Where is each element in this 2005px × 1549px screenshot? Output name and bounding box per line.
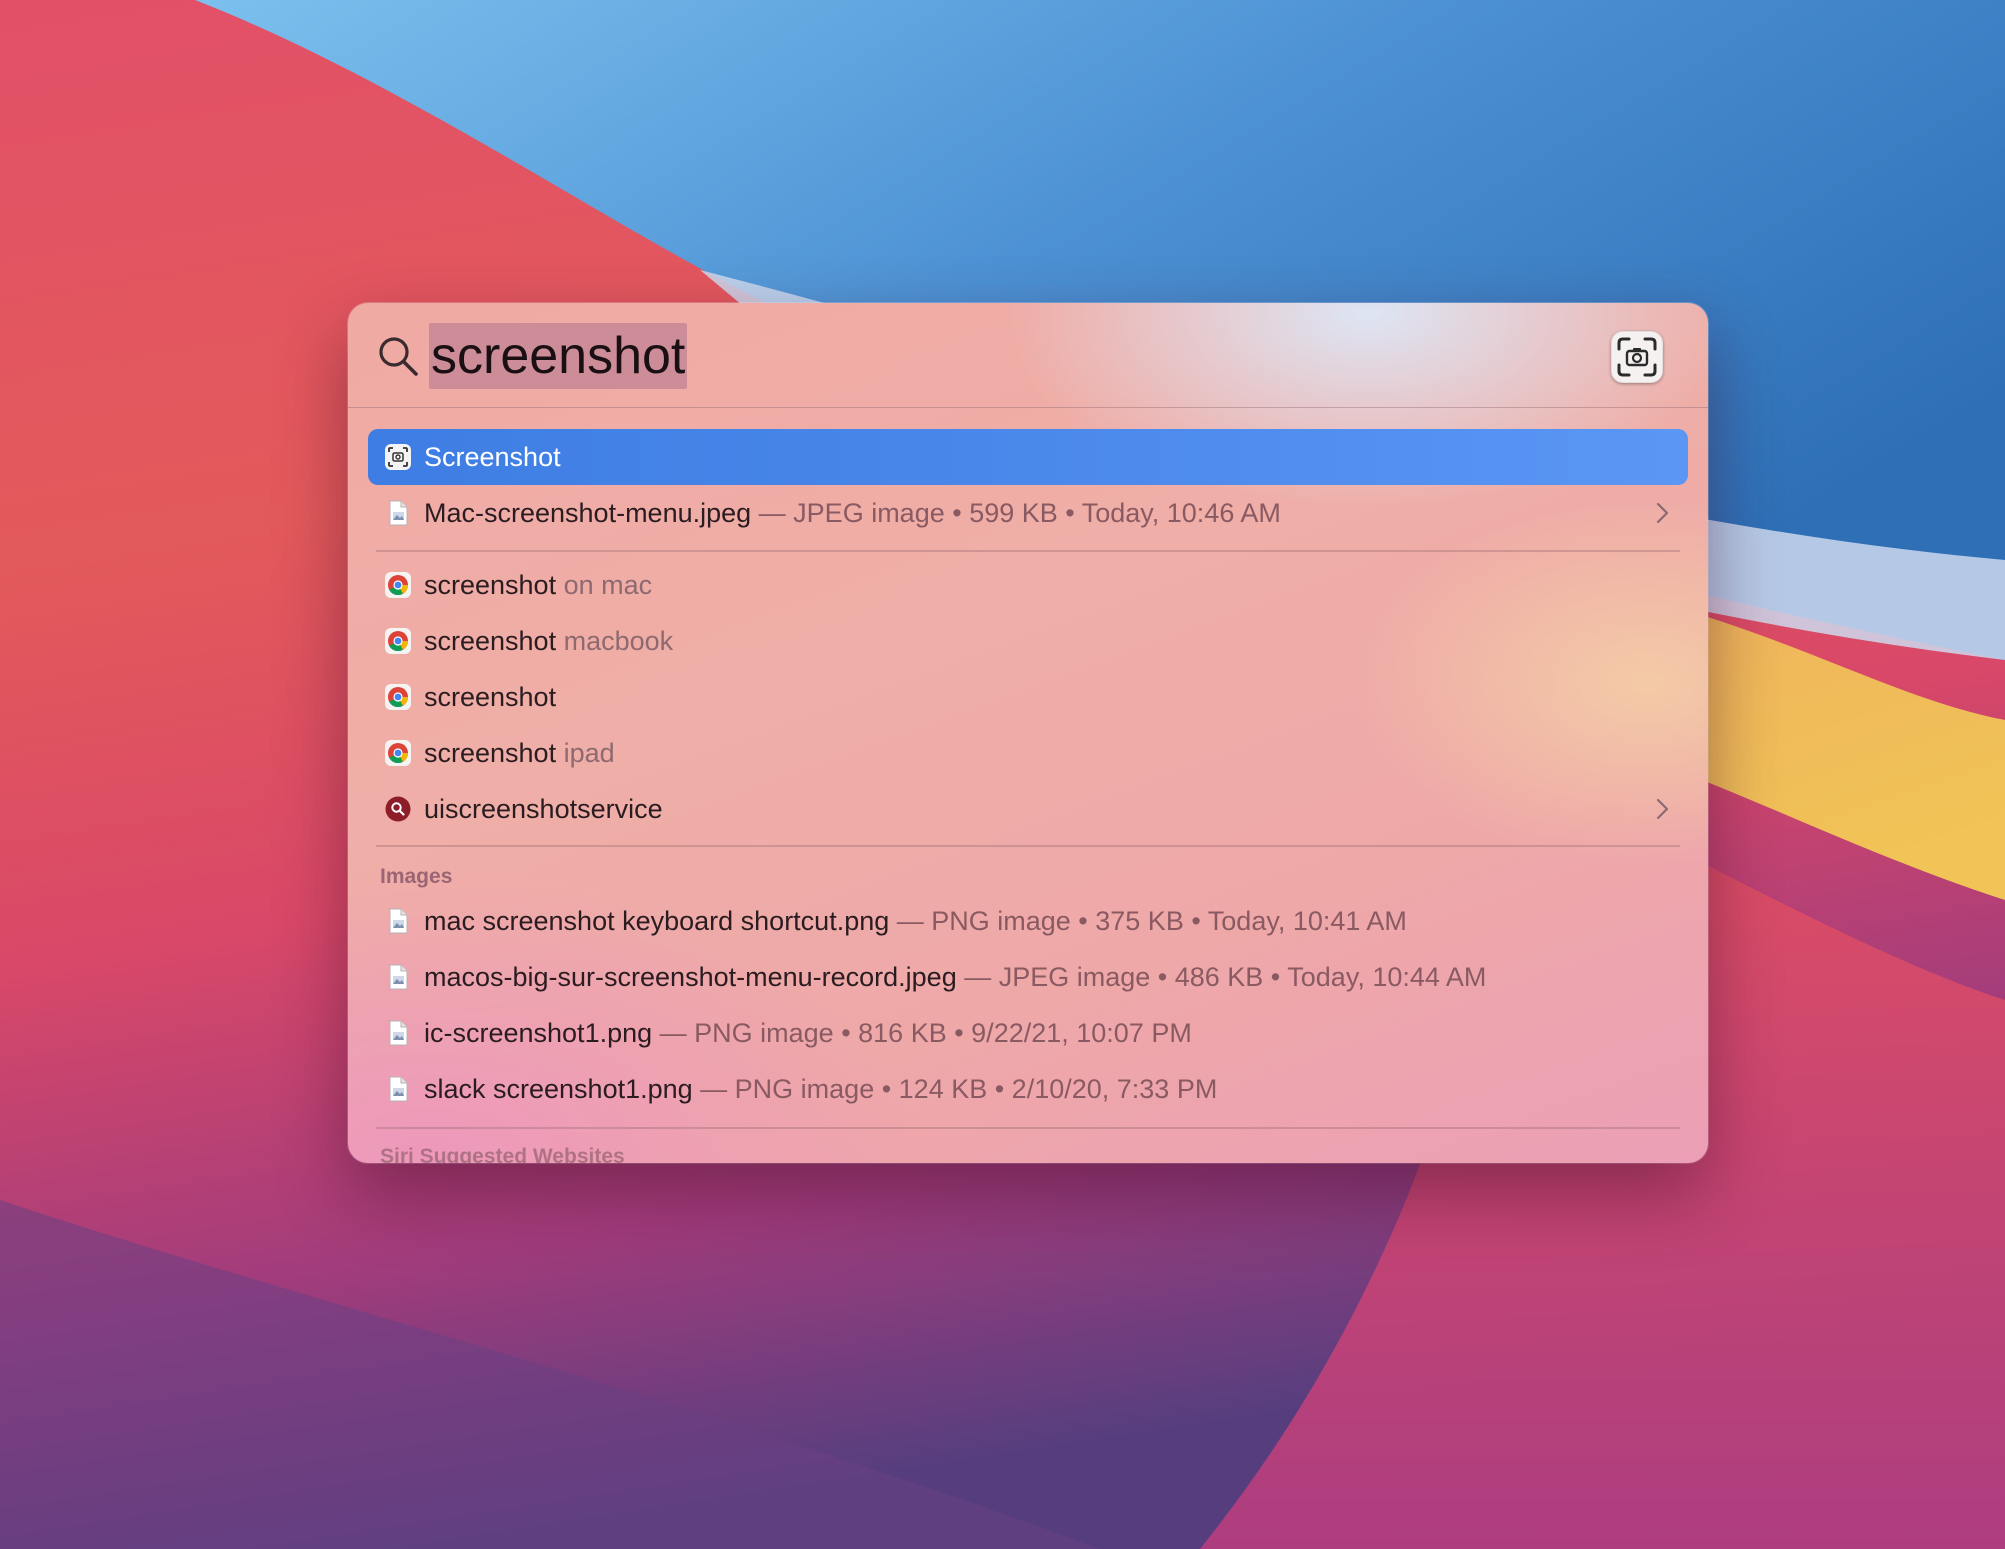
chevron-right-icon[interactable] [1648, 499, 1676, 527]
search-input[interactable]: screenshot [429, 323, 688, 389]
suggestion-item[interactable]: screenshot on mac [368, 557, 1688, 613]
section-title-images: Images [380, 865, 453, 888]
section-divider [376, 1127, 1680, 1129]
chevron-right-icon[interactable] [1648, 795, 1676, 823]
spotlight-window: screenshot Screenshot Mac-screenshot-men… [348, 303, 1708, 1163]
chrome-icon [385, 684, 411, 710]
image-file-icon [389, 1020, 408, 1046]
chrome-icon [385, 628, 411, 654]
chrome-icon [385, 572, 411, 598]
result-meta: — JPEG image • 599 KB • Today, 10:46 AM [758, 498, 1281, 528]
image-file-icon [389, 1076, 408, 1102]
result-file[interactable]: Mac-screenshot-menu.jpeg — JPEG image • … [368, 485, 1688, 541]
section-divider [376, 550, 1680, 552]
result-label: Screenshot [424, 442, 561, 472]
search-icon [379, 337, 418, 376]
suggestion-item[interactable]: uiscreenshotservice [368, 781, 1688, 837]
image-file-icon [389, 964, 408, 990]
section-divider [376, 845, 1680, 847]
image-result-item[interactable]: slack screenshot1.png — PNG image • 124 … [368, 1061, 1688, 1117]
result-screenshot-app[interactable]: Screenshot [368, 429, 1688, 485]
image-file-icon [389, 500, 408, 526]
search-divider [348, 407, 1708, 408]
section-title-siri-websites: Siri Suggested Websites [380, 1145, 625, 1163]
screenshot-camera-icon [1617, 337, 1657, 377]
screenshot-app-icon [385, 444, 411, 470]
chrome-icon [385, 740, 411, 766]
suggestion-item[interactable]: screenshot ipad [368, 725, 1688, 781]
image-result-item[interactable]: macos-big-sur-screenshot-menu-record.jpe… [368, 949, 1688, 1005]
suggestion-item[interactable]: screenshot [368, 669, 1688, 725]
image-result-item[interactable]: ic-screenshot1.png — PNG image • 816 KB … [368, 1005, 1688, 1061]
result-label: Mac-screenshot-menu.jpeg [424, 498, 752, 528]
web-search-icon [385, 796, 411, 822]
image-result-item[interactable]: mac screenshot keyboard shortcut.png — P… [368, 893, 1688, 949]
image-file-icon [389, 908, 408, 934]
screenshot-button[interactable] [1611, 331, 1663, 383]
search-bar[interactable]: screenshot [348, 303, 1708, 407]
suggestion-item[interactable]: screenshot macbook [368, 613, 1688, 669]
